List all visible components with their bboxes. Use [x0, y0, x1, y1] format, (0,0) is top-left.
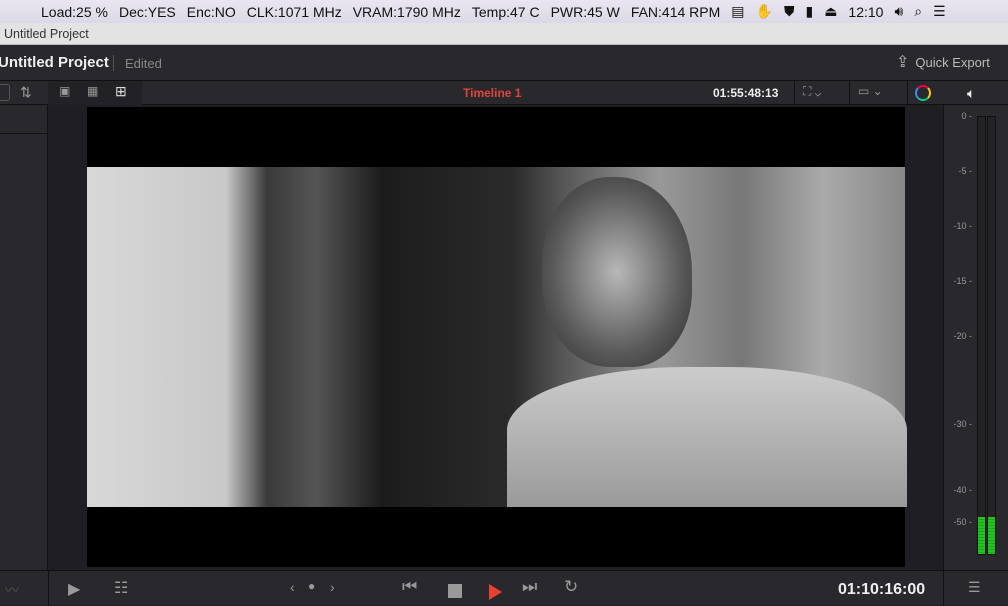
meter-right	[987, 116, 996, 555]
source-timecode: 01:55:48:13	[713, 86, 779, 100]
video-image	[87, 167, 907, 507]
meter-left-level	[978, 516, 985, 554]
divider	[794, 81, 795, 105]
meter-tick: -15 -	[953, 276, 972, 286]
project-header: Untitled Project Edited ⇪ Quick Export	[0, 45, 1008, 81]
meter-tick: -30 -	[953, 419, 972, 429]
viewer-toolbar: ⇅ ▣ ▦ ⊞ Timeline 1 01:55:48:13 ⛶ ⌄ ▭ ⌄ 🔈…	[0, 81, 1008, 105]
divider	[943, 571, 944, 606]
zoom-fit-icon[interactable]: ⛶ ⌄	[803, 84, 821, 99]
quick-export-button[interactable]: ⇪ Quick Export	[896, 52, 990, 72]
volume-icon[interactable]: 🔊︎	[894, 3, 903, 20]
record-timecode: 01:10:16:00	[838, 581, 926, 598]
stop-icon[interactable]	[448, 584, 462, 598]
sort-icon[interactable]: ⇅	[20, 84, 32, 101]
meter-tick: 0 -	[961, 111, 972, 121]
menubar-dec: Dec:YES	[118, 3, 176, 20]
stack-icon[interactable]: ▤	[731, 3, 744, 20]
divider	[0, 133, 47, 134]
divider	[48, 571, 49, 606]
quick-export-label: Quick Export	[915, 54, 990, 70]
image-view-icon[interactable]: ▣	[59, 84, 70, 98]
search-field[interactable]	[0, 84, 10, 101]
skip-end-icon[interactable]: ⏭	[522, 577, 537, 597]
search-icon[interactable]: ⌕	[914, 3, 922, 20]
list-icon[interactable]: ☰	[933, 3, 946, 20]
meter-right-level	[988, 516, 995, 554]
project-title: Untitled Project	[0, 54, 109, 71]
audio-meters: 0 - -5 - -10 - -15 - -20 - -30 - -40 - -…	[943, 105, 1008, 570]
window-title: Untitled Project	[0, 23, 1008, 45]
meter-left	[977, 116, 986, 555]
loop-icon[interactable]: ↻	[564, 577, 578, 597]
color-wheel-icon[interactable]	[915, 85, 931, 101]
menu-bar: Load:25 % Dec:YES Enc:NO CLK:1071 MHz VR…	[0, 0, 1008, 23]
menubar-vram: VRAM:1790 MHz	[352, 3, 461, 20]
viewer-options-icon[interactable]: ▭ ⌄	[858, 84, 883, 98]
menubar-clk: CLK:1071 MHz	[246, 3, 342, 20]
meter-tick: -10 -	[953, 221, 972, 231]
shield-icon[interactable]: ⛊	[784, 3, 795, 20]
meter-tick: -5 -	[958, 166, 973, 176]
battery-icon[interactable]: ▮	[805, 3, 813, 20]
timeline-name[interactable]: Timeline 1	[463, 86, 521, 100]
menubar-pwr: PWR:45 W	[550, 3, 620, 20]
menubar-load: Load:25 %	[41, 3, 108, 20]
meter-tick: -50 -	[953, 517, 972, 527]
prev-frame-icon[interactable]: ‹	[290, 579, 295, 595]
menu-icon[interactable]: ☰	[968, 579, 981, 596]
meter-tick: -40 -	[953, 485, 972, 495]
left-panel	[0, 105, 48, 570]
jog-dot-icon[interactable]: ●	[308, 579, 315, 593]
next-frame-icon[interactable]: ›	[330, 579, 335, 595]
share-icon: ⇪	[896, 54, 910, 71]
play-icon[interactable]	[489, 584, 502, 600]
settings-sliders-icon[interactable]: ☷	[114, 578, 128, 598]
filmstrip-view-icon[interactable]: ▦	[87, 84, 98, 98]
edited-status: Edited	[125, 56, 162, 71]
divider	[849, 81, 850, 105]
divider	[113, 55, 114, 71]
speaker-icon[interactable]: 🔈︎	[967, 85, 975, 102]
clip-play-icon[interactable]: ▶	[68, 579, 80, 599]
sweater-shape	[507, 367, 907, 507]
grid-view-icon[interactable]: ⊞	[115, 83, 127, 100]
hand-icon[interactable]: ✋	[756, 3, 773, 20]
eject-icon[interactable]: ⏏	[824, 3, 837, 20]
menubar-fan: FAN:414 RPM	[630, 3, 721, 20]
waveform-icon[interactable]: 〰	[5, 580, 19, 600]
meter-tick: -20 -	[953, 331, 972, 341]
transport-bar: 〰 ▶ ☷ ‹ ● › ⏮ ⏭ ↻ 01:10:16:00 ☰	[0, 570, 1008, 606]
divider	[907, 81, 908, 105]
menubar-clock[interactable]: 12:10	[848, 4, 883, 20]
face-shape	[542, 177, 692, 367]
menubar-temp: Temp:47 C	[471, 3, 540, 20]
menubar-enc: Enc:NO	[186, 3, 236, 20]
skip-start-icon[interactable]: ⏮	[402, 577, 417, 597]
